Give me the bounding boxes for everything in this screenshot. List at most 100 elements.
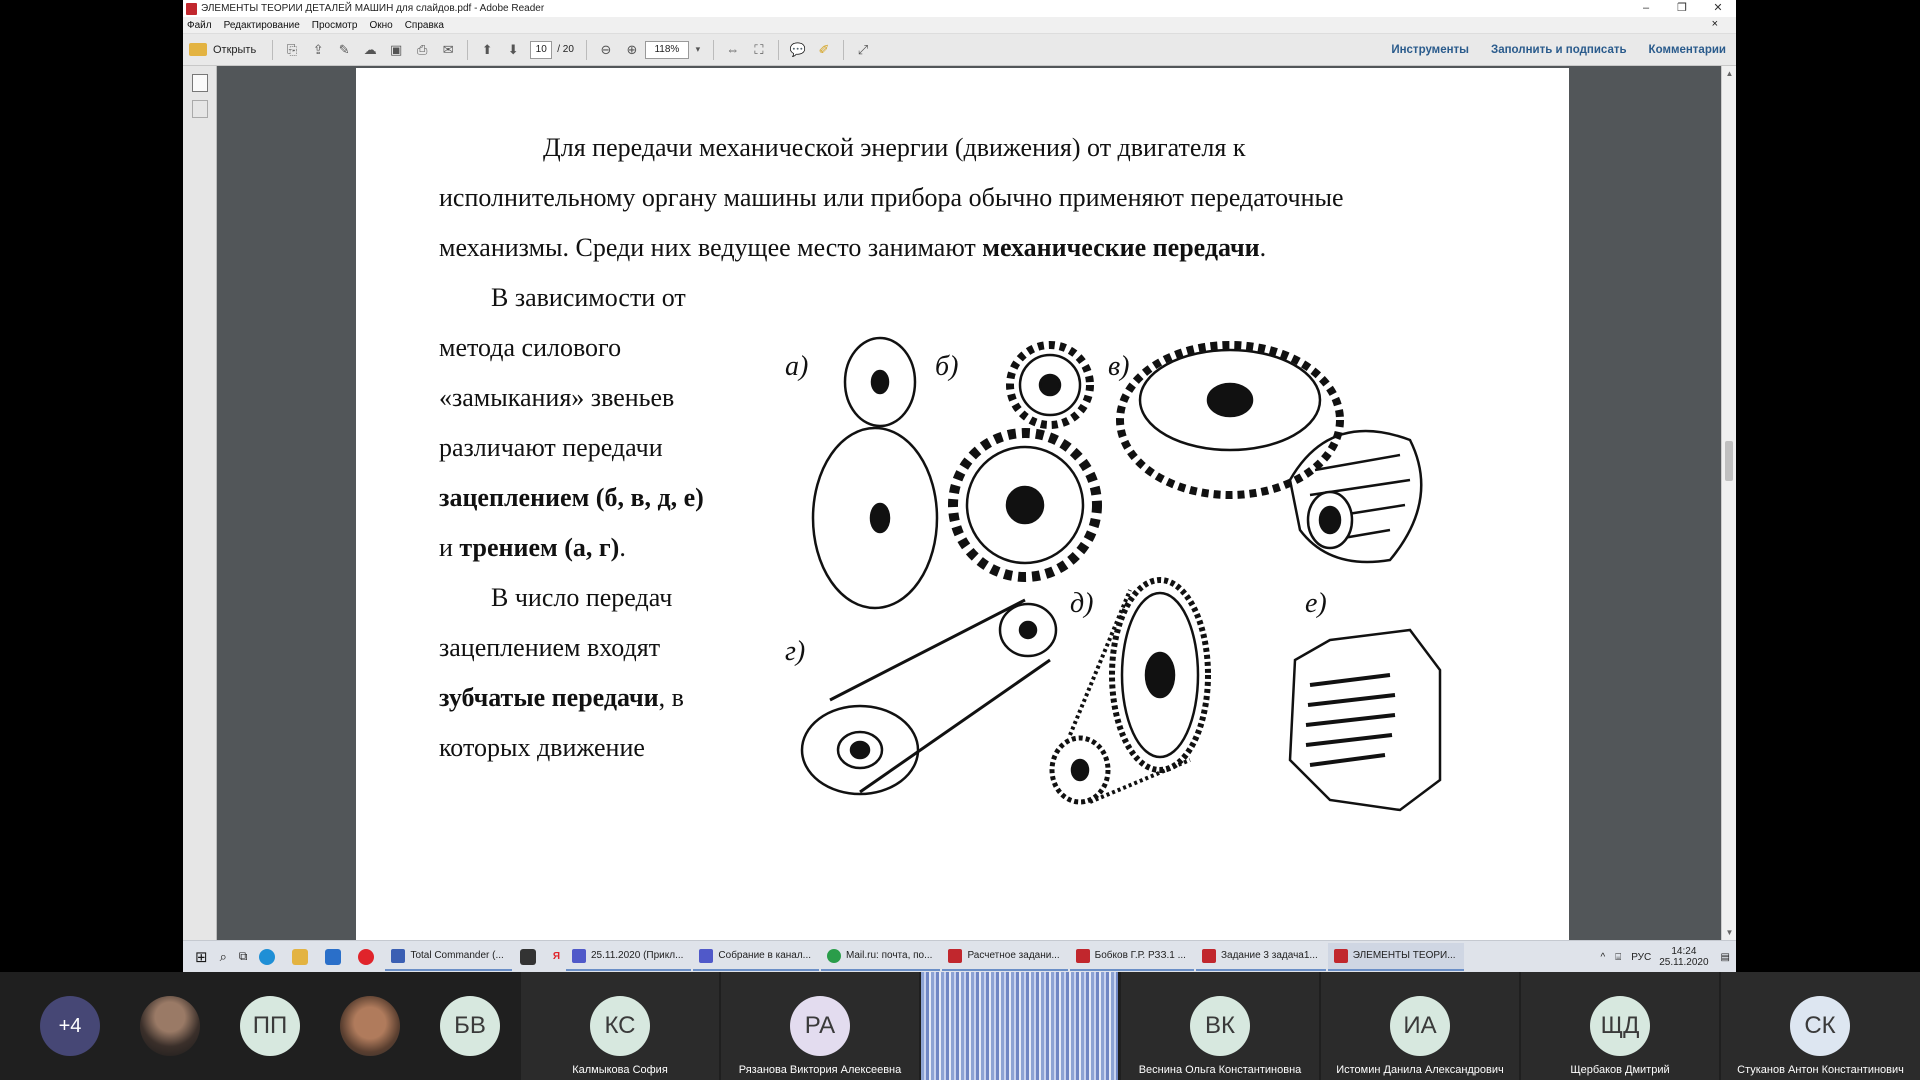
create-pdf-icon[interactable]: ⎘ (281, 39, 303, 61)
menu-help[interactable]: Справка (405, 20, 444, 31)
menu-view[interactable]: Просмотр (312, 20, 358, 31)
clock[interactable]: 14:24 25.11.2020 (1659, 946, 1708, 968)
taskbar-app[interactable]: Собрание в канал... (693, 943, 820, 971)
next-page-icon[interactable]: ⬇ (502, 39, 524, 61)
taskbar-app[interactable]: Mail.ru: почта, по... (821, 943, 941, 971)
tray-chevron-icon[interactable]: ^ (1601, 952, 1606, 963)
close-button[interactable]: ✕ (1700, 0, 1736, 17)
minimize-button[interactable]: – (1628, 0, 1664, 17)
fig-label-d: д) (1070, 588, 1094, 619)
worm-screw (1288, 429, 1423, 564)
toolbar-separator (585, 39, 587, 60)
menu-file[interactable]: Файл (187, 20, 212, 31)
participant-name: Щербаков Дмитрий (1570, 1064, 1670, 1076)
export-pdf-icon[interactable]: ⇪ (307, 39, 329, 61)
restore-button[interactable]: ❐ (1664, 0, 1700, 17)
open-button[interactable]: Открыть (189, 43, 256, 56)
participant-name: Рязанова Виктория Алексеевна (738, 1064, 902, 1076)
participant-tile[interactable]: ВК Веснина Ольга Константиновна (1121, 972, 1319, 1080)
folder-icon (292, 948, 309, 965)
participant-tile[interactable]: РА Рязанова Виктория Алексеевна (721, 972, 919, 1080)
participant-avatar[interactable]: БВ (440, 996, 500, 1056)
toolbar-right-links: Инструменты Заполнить и подписать Коммен… (1369, 34, 1726, 66)
doc-bold-text: трением (а, г) (459, 533, 620, 562)
zoom-in-icon[interactable]: ⊕ (621, 39, 643, 61)
comment-icon[interactable]: 💬 (787, 39, 809, 61)
pages-thumbnail-icon[interactable] (191, 74, 208, 92)
app-icon (1201, 948, 1216, 963)
print-icon[interactable]: ⎙ (411, 39, 433, 61)
app-icon (572, 948, 586, 963)
close-document-button[interactable]: × (1712, 18, 1718, 30)
doc-text: и (439, 533, 460, 562)
email-icon[interactable]: ✉ (437, 39, 459, 61)
participant-photo-avatar (140, 996, 200, 1056)
doc-text: , в (658, 683, 684, 712)
worm-hole (1318, 505, 1342, 535)
taskbar-app[interactable]: Расчетное задани... (942, 943, 1068, 971)
doc-line: и трением (а, г). (439, 523, 626, 573)
search-button[interactable]: ⌕ (214, 941, 233, 973)
doc-line: исполнительному органу машины или прибор… (439, 183, 1344, 212)
network-icon[interactable]: ⌸ (1615, 952, 1621, 963)
task-view-icon: ⧉ (238, 949, 248, 963)
fit-width-icon[interactable]: ⇔ (722, 39, 744, 61)
toolbar: Открыть ⎘ ⇪ ✎ ☁ ▣ ⎙ ✉ ⬆ ⬇ 10 / 20 ⊖ ⊕ 11… (183, 34, 1736, 66)
highlight-icon[interactable]: ✐ (813, 39, 835, 61)
tools-link[interactable]: Инструменты (1391, 44, 1469, 56)
scroll-thumb[interactable] (1725, 441, 1733, 481)
participants-strip: +4 ПП БВ КС Калмыкова София РА Рязанова … (0, 972, 1920, 1080)
doc-line: различают передачи (439, 433, 663, 462)
comments-link[interactable]: Комментарии (1649, 44, 1726, 56)
taskbar-app[interactable]: Задание 3 задача1... (1195, 943, 1326, 971)
taskbar-app[interactable]: Бобков Г.Р. РЗЗ.1 ... (1069, 943, 1194, 971)
taskbar-app-active[interactable]: ЭЛЕМЕНТЫ ТЕОРИ... (1327, 942, 1464, 971)
prev-page-icon[interactable]: ⬆ (476, 39, 498, 61)
cloud-icon[interactable]: ☁ (359, 39, 381, 61)
start-button[interactable]: ⊞ (183, 941, 214, 973)
taskbar-app[interactable]: Total Commander (... (385, 943, 512, 971)
scroll-up-icon[interactable]: ▲ (1722, 69, 1736, 78)
participant-avatar: РА (790, 996, 850, 1056)
toolbar-separator (467, 39, 469, 60)
fill-sign-link[interactable]: Заполнить и подписать (1491, 44, 1627, 56)
participant-tile[interactable]: ИА Истомин Данила Александрович (1321, 972, 1519, 1080)
participant-name: Калмыкова София (572, 1064, 668, 1076)
doc-line: зубчатые передачи, в (439, 673, 684, 723)
menu-edit[interactable]: Редактирование (224, 20, 300, 31)
participant-avatar: ЩД (1590, 996, 1650, 1056)
zoom-input[interactable]: 118% (644, 40, 689, 59)
page-number-input[interactable]: 10 (530, 40, 553, 59)
expand-icon[interactable]: ⤢ (852, 39, 874, 61)
participant-tile[interactable]: КС Калмыкова София (521, 972, 719, 1080)
taskbar-app[interactable]: 25.11.2020 (Прикл... (566, 943, 692, 971)
more-participants-button[interactable]: +4 (40, 996, 100, 1056)
participant-tile[interactable]: СК Стуканов Антон Константинович (1721, 972, 1920, 1080)
app-icon (1333, 948, 1348, 963)
participant-avatar[interactable]: ПП (240, 996, 300, 1056)
page-total: / 20 (557, 44, 574, 55)
explorer-button[interactable] (286, 941, 319, 973)
zoom-out-icon[interactable]: ⊖ (595, 39, 617, 61)
zoom-dropdown-icon[interactable]: ▾ (691, 39, 705, 61)
store-button[interactable] (514, 941, 547, 973)
edge-button[interactable] (253, 941, 286, 973)
yandex-icon: Я (552, 951, 560, 962)
language-indicator[interactable]: РУС (1631, 952, 1651, 963)
participant-video[interactable] (921, 972, 1118, 1080)
vertical-scrollbar[interactable]: ▲ ▼ (1721, 66, 1736, 940)
edit-pdf-icon[interactable]: ✎ (333, 39, 355, 61)
notifications-icon[interactable]: ▤ (1721, 952, 1730, 963)
large-gear-hub (1005, 485, 1045, 525)
fit-page-icon[interactable]: ⛶ (748, 39, 770, 61)
mail-button[interactable] (319, 941, 352, 973)
save-icon[interactable]: ▣ (385, 39, 407, 61)
doc-text: . (1259, 233, 1267, 262)
task-view-button[interactable]: ⧉ (233, 941, 254, 973)
participant-tile[interactable]: ЩД Щербаков Дмитрий (1521, 972, 1719, 1080)
yandex-button[interactable]: Я (547, 941, 566, 973)
attachments-icon[interactable] (191, 100, 208, 118)
scroll-down-icon[interactable]: ▼ (1722, 928, 1736, 937)
opera-button[interactable] (352, 941, 385, 973)
menu-window[interactable]: Окно (369, 20, 392, 31)
